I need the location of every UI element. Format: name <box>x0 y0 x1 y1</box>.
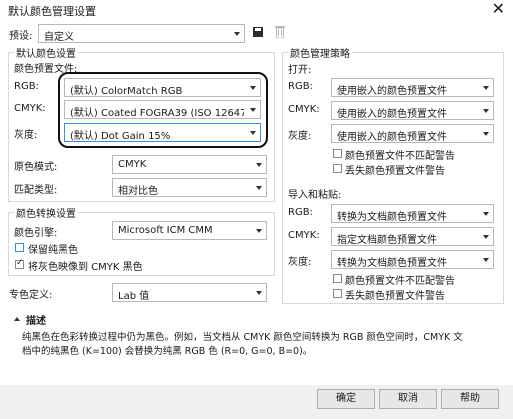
description-line-1: 纯黑色在色彩转换过程中仍为黑色。例如，当文档从 CMYK 颜色空间转换为 RGB… <box>22 332 463 343</box>
help-button[interactable]: 帮助 <box>441 389 499 409</box>
chevron-down-icon <box>483 109 489 113</box>
engine-label: 颜色引擎: <box>14 228 58 239</box>
preserve-black-checkbox[interactable] <box>15 243 24 252</box>
chevron-down-icon <box>483 86 489 90</box>
chevron-down-icon <box>234 32 240 36</box>
spot-dropdown[interactable]: Lab 值 <box>112 283 267 302</box>
paste-cmyk-dropdown[interactable]: 指定文档颜色预置文件 <box>331 227 494 246</box>
paste-gray-value: 转换为文档颜色预置文件 <box>337 258 447 269</box>
paste-missing-label: 丢失颜色预置文件警告 <box>345 291 445 302</box>
paste-gray-label: 灰度: <box>288 257 312 268</box>
paste-gray-dropdown[interactable]: 转换为文档颜色预置文件 <box>331 250 494 269</box>
spot-value: Lab 值 <box>118 291 150 302</box>
open-missing-label: 丢失颜色预置文件警告 <box>345 166 445 177</box>
chevron-down-icon <box>483 235 489 239</box>
match-type-label: 匹配类型: <box>14 185 58 196</box>
save-icon[interactable] <box>253 27 263 37</box>
annotation-highlight <box>58 72 268 148</box>
open-section-title: 打开: <box>288 65 312 76</box>
conversion-group-title: 颜色转换设置 <box>14 205 78 220</box>
preset-dropdown[interactable]: 自定义 <box>38 24 245 43</box>
paste-cmyk-value: 指定文档颜色预置文件 <box>337 235 437 246</box>
paste-rgb-label: RGB: <box>288 207 313 218</box>
open-rgb-dropdown[interactable]: 使用嵌入的颜色预置文件 <box>331 78 494 97</box>
open-rgb-value: 使用嵌入的颜色预置文件 <box>337 86 447 97</box>
gray-to-black-label: 将灰色映像到 CMYK 黑色 <box>28 262 143 273</box>
open-cmyk-dropdown[interactable]: 使用嵌入的颜色预置文件 <box>331 101 494 120</box>
cmyk-profile-label: CMYK: <box>14 103 46 114</box>
chevron-down-icon <box>483 132 489 136</box>
open-cmyk-value: 使用嵌入的颜色预置文件 <box>337 109 447 120</box>
open-gray-value: 使用嵌入的颜色预置文件 <box>337 132 447 143</box>
chevron-down-icon <box>483 212 489 216</box>
open-missing-checkbox[interactable] <box>333 164 342 173</box>
trash-icon[interactable] <box>275 25 285 39</box>
cancel-button[interactable]: 取消 <box>379 389 437 409</box>
open-mismatch-label: 颜色预置文件不匹配警告 <box>345 151 455 162</box>
chevron-down-icon <box>256 229 262 233</box>
engine-value: Microsoft ICM CMM <box>118 225 213 236</box>
collapse-icon[interactable] <box>14 317 20 321</box>
paste-missing-checkbox[interactable] <box>333 289 342 298</box>
match-type-value: 相对比色 <box>118 186 158 197</box>
close-icon[interactable]: ✕ <box>492 0 505 18</box>
policy-group-title: 颜色管理策略 <box>288 45 352 60</box>
paste-rgb-value: 转换为文档颜色预置文件 <box>337 212 447 223</box>
primary-mode-label: 原色模式: <box>14 162 58 173</box>
paste-rgb-dropdown[interactable]: 转换为文档颜色预置文件 <box>331 204 494 223</box>
open-mismatch-checkbox[interactable] <box>333 149 342 158</box>
chevron-down-icon <box>483 258 489 262</box>
paste-mismatch-checkbox[interactable] <box>333 274 342 283</box>
default-color-group-title: 默认颜色设置 <box>14 45 78 60</box>
paste-section-title: 导入和粘贴: <box>288 190 342 201</box>
primary-mode-dropdown[interactable]: CMYK <box>112 155 267 174</box>
preset-label: 预设: <box>9 31 33 42</box>
preserve-black-label: 保留纯黑色 <box>28 245 78 256</box>
description-title: 描述 <box>26 316 46 327</box>
open-rgb-label: RGB: <box>288 81 313 92</box>
spot-label: 专色定义: <box>9 290 53 301</box>
preset-value: 自定义 <box>44 32 74 43</box>
gray-profile-label: 灰度: <box>14 130 38 141</box>
chevron-down-icon <box>256 163 262 167</box>
open-cmyk-label: CMYK: <box>288 104 320 115</box>
open-gray-dropdown[interactable]: 使用嵌入的颜色预置文件 <box>331 124 494 143</box>
window-title: 默认颜色管理设置 <box>8 5 96 18</box>
open-gray-label: 灰度: <box>288 131 312 142</box>
primary-mode-value: CMYK <box>118 159 147 170</box>
ok-button[interactable]: 确定 <box>317 389 375 409</box>
match-type-dropdown[interactable]: 相对比色 <box>112 178 267 197</box>
engine-dropdown[interactable]: Microsoft ICM CMM <box>112 221 267 240</box>
chevron-down-icon <box>256 186 262 190</box>
rgb-profile-label: RGB: <box>14 81 39 92</box>
paste-cmyk-label: CMYK: <box>288 230 320 241</box>
description-line-2: 档中的纯黑色 (K=100) 会替换为纯黑 RGB 色 (R=0, G=0, B… <box>22 346 313 357</box>
gray-to-black-checkbox[interactable] <box>15 258 24 269</box>
chevron-down-icon <box>256 291 262 295</box>
paste-mismatch-label: 颜色预置文件不匹配警告 <box>345 276 455 287</box>
